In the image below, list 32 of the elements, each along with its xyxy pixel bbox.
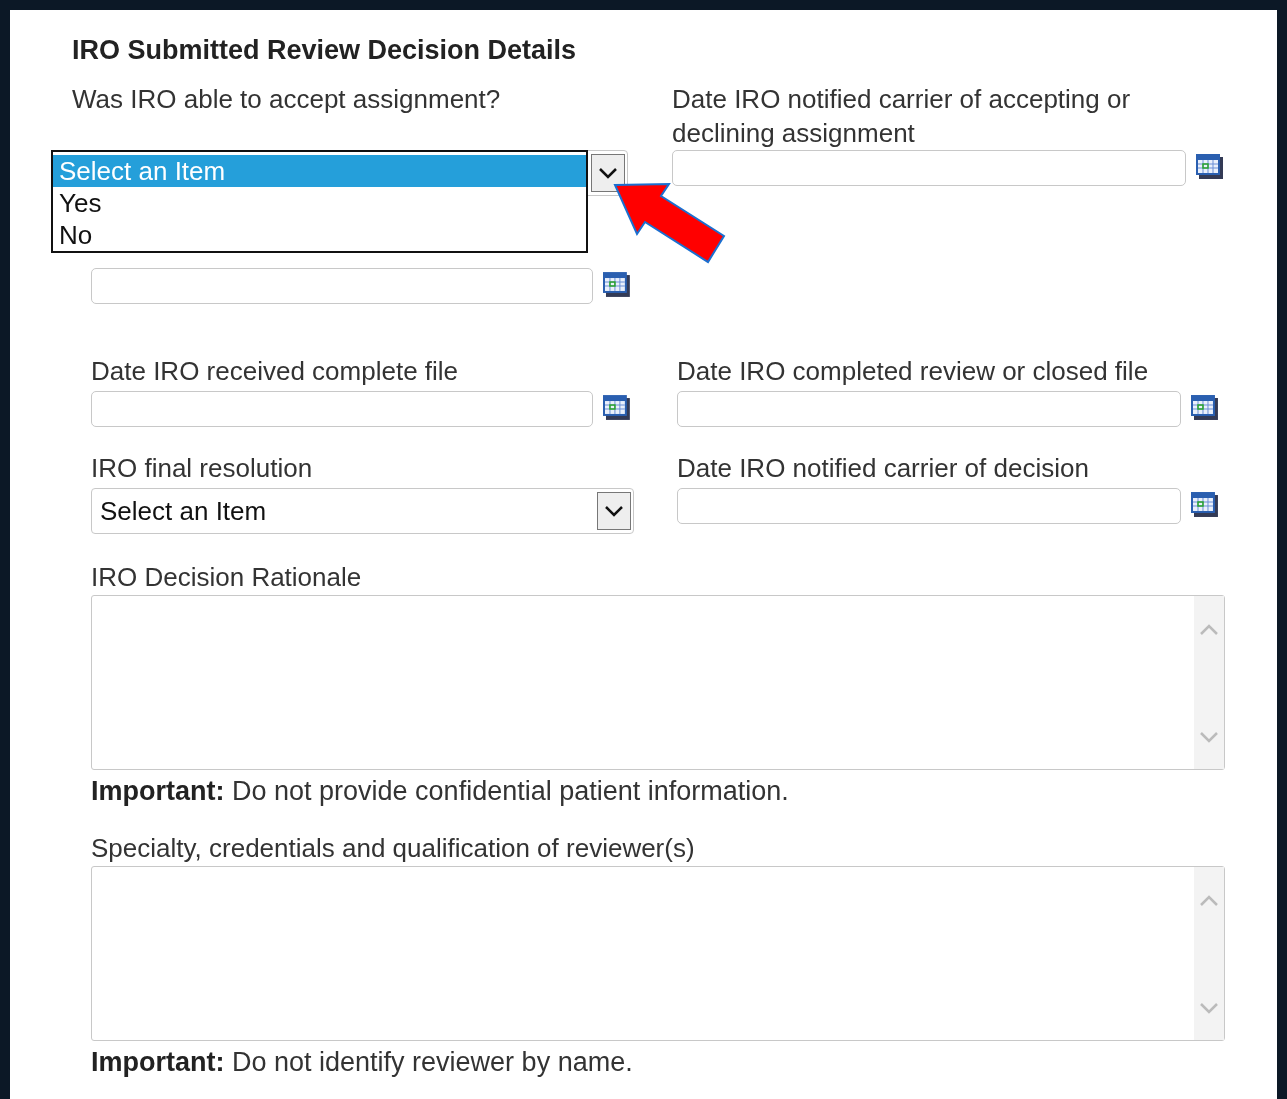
field-label: Specialty, credentials and qualification of reviewer(s)	[91, 833, 696, 863]
date-field[interactable]	[91, 268, 594, 304]
note-text: Important: Do not identify reviewer by name.	[91, 1047, 634, 1077]
calendar-icon[interactable]	[603, 395, 630, 420]
field-label: IRO final resolution	[91, 453, 314, 483]
note-text: Important: Do not provide confidential patient information.	[91, 776, 790, 806]
date-field[interactable]	[672, 150, 1186, 186]
field-label: Date IRO notified carrier of accepting or declining assignment	[672, 83, 1132, 150]
scrollbar[interactable]	[1194, 596, 1224, 769]
calendar-icon[interactable]	[603, 272, 630, 297]
chevron-up-icon	[1199, 624, 1219, 636]
section-title: IRO Submitted Review Decision Details	[72, 35, 578, 66]
chevron-down-icon	[598, 167, 618, 179]
field-label: Date IRO completed review or closed file	[677, 356, 1150, 386]
text-area[interactable]	[91, 595, 1225, 770]
scrollbar[interactable]	[1194, 867, 1224, 1040]
date-field[interactable]	[677, 488, 1182, 524]
chevron-down-icon	[1199, 731, 1219, 743]
chevron-down-icon	[1199, 1002, 1219, 1014]
date-field[interactable]	[677, 391, 1182, 427]
select-dropdown[interactable]: Select an Item	[91, 488, 634, 534]
chevron-up-icon	[1199, 895, 1219, 907]
calendar-icon[interactable]	[1191, 395, 1218, 420]
field-label: IRO Decision Rationale	[91, 562, 363, 592]
chevron-down-icon	[604, 505, 624, 517]
text-area[interactable]	[91, 866, 1225, 1041]
calendar-icon[interactable]	[1191, 492, 1218, 517]
field-label: Date IRO received complete file	[91, 356, 460, 386]
date-field[interactable]	[91, 391, 594, 427]
calendar-icon[interactable]	[1196, 154, 1223, 179]
field-label: Date IRO notified carrier of decision	[677, 453, 1090, 483]
field-label: Was IRO able to accept assignment?	[72, 83, 502, 116]
